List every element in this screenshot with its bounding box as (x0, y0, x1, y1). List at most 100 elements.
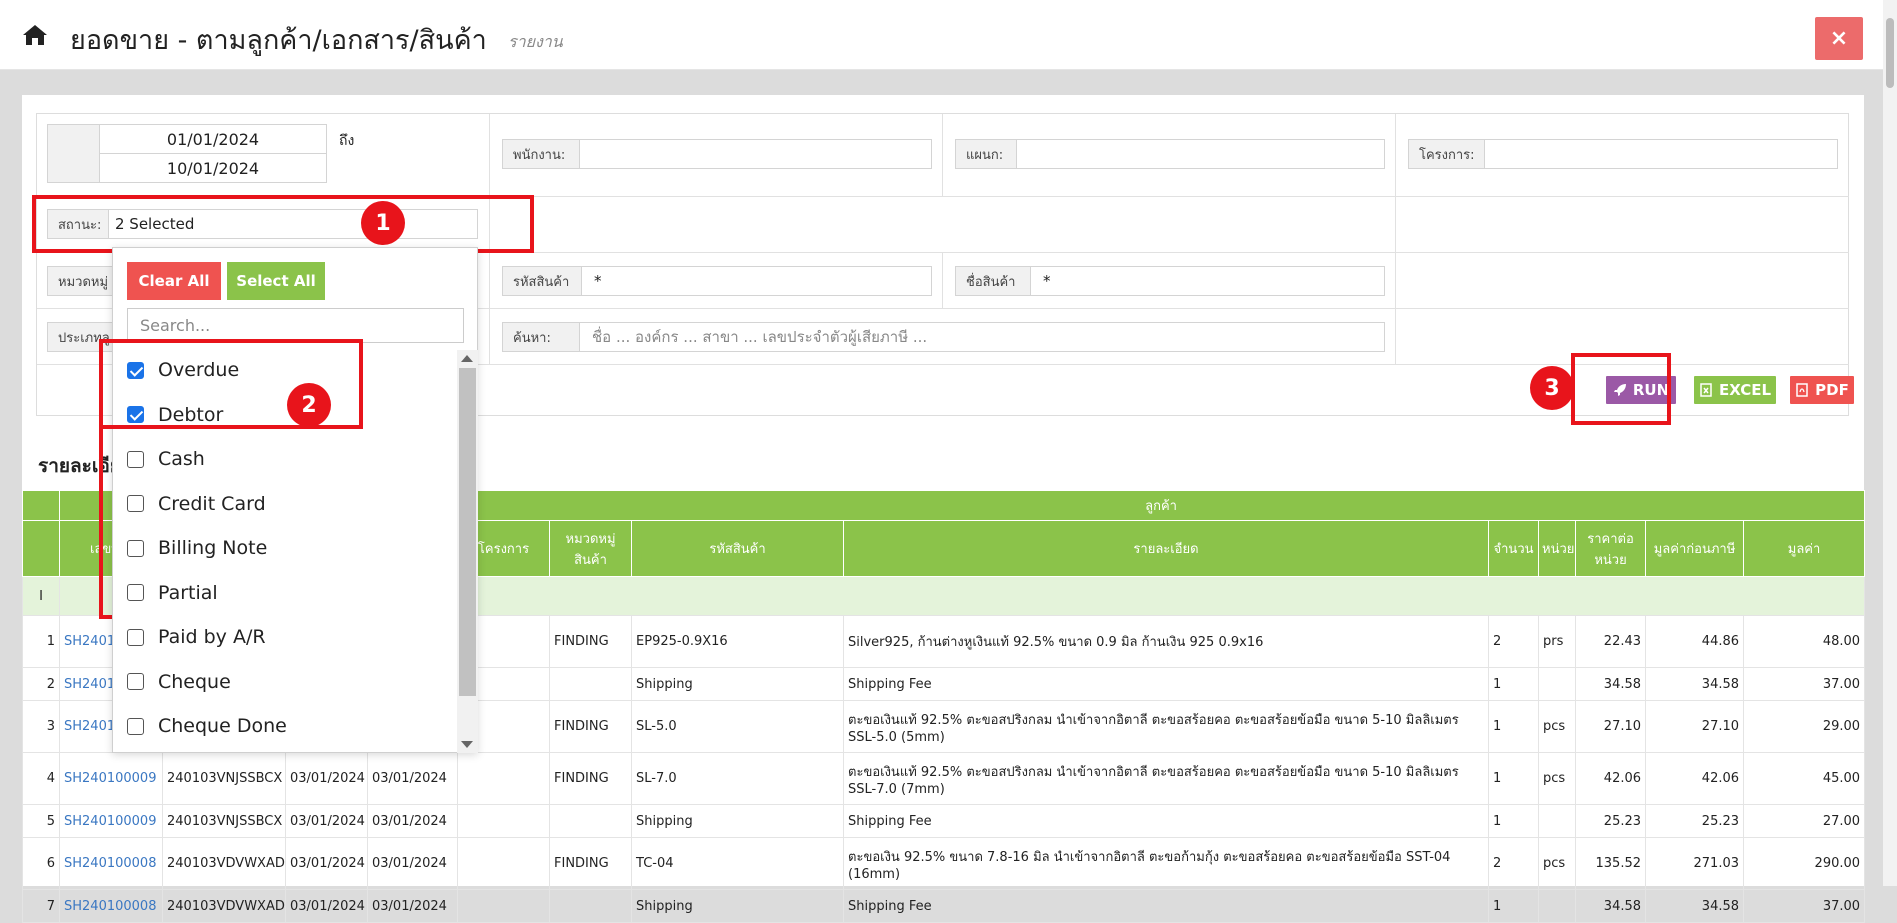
product-code-cell: Shipping (631, 804, 845, 838)
dropdown-scrollbar-thumb[interactable] (459, 368, 476, 696)
table-row[interactable]: 4 SH240100009 240103VNJSSBCX 03/01/2024 03/0… (22, 752, 1866, 805)
due-date-cell: 03/01/2024 (366, 889, 459, 923)
checkbox-icon[interactable] (127, 673, 144, 690)
calendar-addon[interactable] (47, 124, 100, 183)
clear-all-button[interactable]: Clear All (127, 262, 221, 300)
doc-no-cell[interactable]: SH240100008 (59, 837, 163, 890)
excel-file-icon (1700, 383, 1712, 397)
qty-cell: 1 (1488, 752, 1540, 805)
doc-no-link[interactable]: SH240100009 (64, 771, 156, 786)
status-option[interactable]: Credit Card (127, 484, 266, 524)
col-unit-header[interactable]: หน่วย (1538, 520, 1577, 577)
close-button[interactable]: × (1815, 17, 1863, 60)
page-scrollbar[interactable] (1883, 0, 1897, 886)
annotation-badge-3: 3 (1530, 366, 1574, 410)
annotation-frame-status (32, 195, 534, 253)
status-dropdown: Clear All Select All Search... Overdue De… (112, 247, 478, 753)
product-code-cell: SL-7.0 (631, 752, 845, 805)
checkbox-icon[interactable] (127, 450, 144, 468)
category-cell: FINDING (549, 837, 633, 890)
col-amount-header[interactable]: มูลค่า (1743, 520, 1866, 577)
col-index-header (22, 520, 60, 577)
status-option[interactable]: Paid by A/R (127, 617, 266, 657)
doc-no-link[interactable]: SH240100009 (64, 814, 156, 829)
product-code-label: รหัสสินค้า (502, 266, 582, 296)
scroll-up-arrow-icon[interactable] (461, 355, 473, 362)
search-label: ค้นหา: (502, 322, 580, 352)
checkbox-icon[interactable] (127, 628, 144, 646)
unit-cell: pcs (1538, 837, 1577, 890)
col-qty-header[interactable]: จำนวน (1488, 520, 1540, 577)
pre-tax-cell: 42.06 (1645, 752, 1745, 805)
home-icon[interactable] (22, 24, 48, 46)
checkbox-icon[interactable] (127, 539, 144, 557)
due-date-cell: 03/01/2024 (366, 804, 459, 838)
employee-input[interactable] (579, 139, 932, 169)
empty-cell (1396, 197, 1849, 253)
product-code-cell: Shipping (631, 667, 845, 701)
page-scrollbar-thumb[interactable] (1886, 18, 1894, 88)
search-cell: ค้นหา: ชื่อ ... องค์กร ... สาขา ... เลขป… (490, 309, 1396, 365)
date-to-input[interactable]: 10/01/2024 (99, 153, 327, 183)
product-name-input[interactable]: * (1030, 266, 1385, 296)
status-option-label: Paid by A/R (158, 626, 266, 648)
page-subtitle: รายงาน (508, 32, 563, 51)
description-cell: Shipping Fee (843, 667, 1490, 701)
unit-price-cell: 34.58 (1575, 667, 1647, 701)
status-option[interactable]: Partial (127, 573, 218, 613)
date-cell: 03/01/2024 (285, 837, 368, 890)
pdf-button[interactable]: PDF (1790, 376, 1854, 404)
select-all-button[interactable]: Select All (227, 262, 325, 300)
status-option[interactable]: Cash (127, 439, 205, 479)
doc-no-cell[interactable]: SH240100008 (59, 889, 163, 923)
dropdown-search-input[interactable]: Search... (127, 308, 464, 343)
doc-no-link[interactable]: SH240100008 (64, 899, 156, 914)
scroll-down-arrow-icon[interactable] (461, 741, 473, 748)
page-header: ยอดขาย - ตามลูกค้า/เอกสาร/สินค้า รายงาน … (0, 0, 1897, 70)
product-code-cell: EP925-0.9X16 (631, 615, 845, 668)
checkbox-icon[interactable] (127, 584, 144, 601)
unit-price-cell: 22.43 (1575, 615, 1647, 668)
empty-cell (490, 197, 1396, 253)
project-cell (457, 837, 551, 890)
employee-cell: พนักงาน: (490, 114, 943, 197)
description-cell: Shipping Fee (843, 804, 1490, 838)
status-option-label: Partial (158, 581, 218, 604)
due-date-cell: 03/01/2024 (366, 837, 459, 890)
col-product-code-header[interactable]: รหัสสินค้า (631, 520, 845, 577)
pdf-label: PDF (1815, 381, 1849, 399)
row-index: 2 (22, 667, 60, 701)
table-row[interactable]: 7 SH240100008 240103VDVWXAD4 03/01/2024 03/0… (22, 889, 1866, 923)
dropdown-scrollbar[interactable] (457, 350, 478, 753)
product-code-input[interactable]: * (581, 266, 932, 296)
annotation-badge-2: 2 (287, 383, 331, 427)
doc-no-cell[interactable]: SH240100009 (59, 804, 163, 838)
col-category-header[interactable]: หมวดหมู่ สินค้า (549, 520, 633, 577)
unit-price-cell: 135.52 (1575, 837, 1647, 890)
doc-no-link[interactable]: SH240100008 (64, 856, 156, 871)
status-option[interactable]: Cheque (127, 662, 231, 702)
unit-price-cell: 34.58 (1575, 889, 1647, 923)
group-customer-header: ลูกค้า (457, 490, 1866, 521)
checkbox-icon[interactable] (127, 717, 144, 735)
unit-cell: pcs (1538, 752, 1577, 805)
status-option[interactable]: Cheque Done (127, 706, 287, 746)
amount-cell: 27.00 (1743, 804, 1866, 838)
search-input[interactable]: ชื่อ ... องค์กร ... สาขา ... เลขประจำตัว… (579, 322, 1385, 352)
col-unit-price-header[interactable]: ราคาต่อ หน่วย (1575, 520, 1647, 577)
status-option[interactable]: Billing Note (127, 528, 267, 568)
checkbox-icon[interactable] (127, 495, 144, 512)
unit-price-cell: 42.06 (1575, 752, 1647, 805)
department-input[interactable] (1016, 139, 1385, 169)
excel-button[interactable]: EXCEL (1694, 376, 1776, 404)
col-description-header[interactable]: รายละเอียด (843, 520, 1490, 577)
status-option-label: Credit Card (158, 492, 266, 515)
table-row[interactable]: 6 SH240100008 240103VDVWXAD4 03/01/2024 03/0… (22, 837, 1866, 890)
table-row[interactable]: 5 SH240100009 240103VNJSSBCX 03/01/2024 03/0… (22, 804, 1866, 838)
row-index: 1 (22, 615, 60, 668)
col-pre-tax-header[interactable]: มูลค่าก่อนภาษี (1645, 520, 1745, 577)
date-from-input[interactable]: 01/01/2024 (99, 124, 327, 154)
doc-no-cell[interactable]: SH240100009 (59, 752, 163, 805)
project-input[interactable] (1484, 139, 1838, 169)
unit-cell: pcs (1538, 700, 1577, 753)
